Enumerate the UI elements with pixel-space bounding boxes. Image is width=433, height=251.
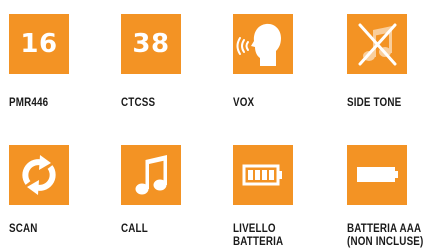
scan-tile	[9, 145, 69, 205]
scan-arrows-icon	[22, 155, 56, 195]
scan-label: SCAN	[9, 221, 38, 235]
vox-tile	[233, 14, 293, 74]
channels-count: 16	[20, 29, 58, 59]
battery-level-label-line2: BATTERIA	[233, 234, 284, 248]
voice-activation-head-icon	[236, 23, 281, 67]
side-tone-label: SIDE TONE	[347, 95, 402, 109]
battery-level-tile	[233, 145, 293, 205]
ctcss-tile: 38	[121, 14, 181, 74]
call-tile	[121, 145, 181, 205]
side-tone-tile	[347, 14, 407, 74]
channels-tile: 16	[9, 14, 69, 74]
muted-note-icon	[358, 23, 397, 66]
call-label: CALL	[121, 221, 148, 235]
ctcss-label: CTCSS	[121, 95, 156, 109]
music-note-icon	[135, 155, 167, 195]
battery-level-label: LIVELLO BATTERIA	[233, 222, 283, 248]
aaa-battery-label: BATTERIA AAA (NON INCLUSE)	[347, 222, 423, 248]
ctcss-count: 38	[132, 29, 170, 59]
pmr446-label: PMR446	[9, 95, 49, 109]
aaa-battery-label-line2: (NON INCLUSE)	[347, 234, 424, 248]
vox-label: VOX	[233, 95, 255, 109]
battery-level-icon	[242, 164, 282, 186]
aaa-battery-icon	[357, 167, 398, 182]
aaa-battery-tile	[347, 145, 407, 205]
